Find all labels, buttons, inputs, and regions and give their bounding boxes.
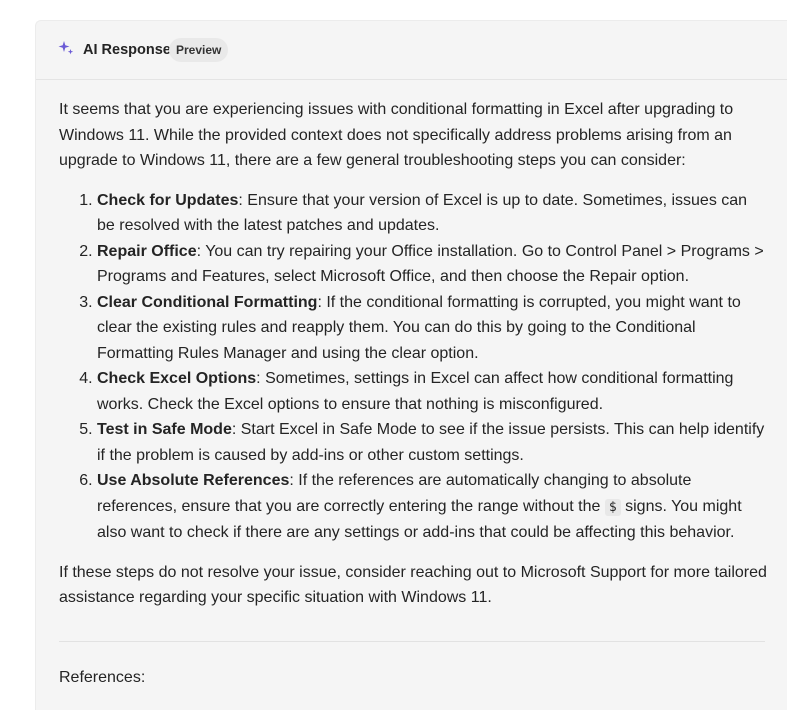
ai-response-card: AI Response Preview It seems that you ar…	[35, 20, 787, 710]
step-title: Test in Safe Mode	[97, 421, 232, 438]
list-item: Use Absolute References: If the referenc…	[97, 468, 769, 546]
inline-code: $	[604, 498, 621, 516]
step-title: Check for Updates	[97, 191, 239, 209]
step-title: Repair Office	[97, 242, 197, 260]
card-title: AI Response	[83, 42, 171, 58]
list-item: Test in Safe Mode: Start Excel in Safe M…	[97, 417, 769, 468]
step-title: Clear Conditional Formatting	[97, 293, 318, 311]
steps-list: Check for Updates: Ensure that your vers…	[59, 188, 769, 546]
list-item: Check Excel Options: Sometimes, settings…	[97, 366, 769, 417]
step-title: Check Excel Options	[97, 370, 257, 387]
outro-paragraph: If these steps do not resolve your issue…	[59, 563, 767, 607]
references-label: References:	[59, 669, 146, 686]
card-header: AI Response Preview	[36, 21, 787, 80]
sparkle-icon	[58, 41, 74, 55]
intro-paragraph: It seems that you are experiencing issue…	[59, 101, 734, 169]
list-item: Repair Office: You can try repairing you…	[97, 239, 769, 290]
divider	[59, 641, 765, 642]
step-title: Use Absolute References	[97, 472, 290, 489]
response-body: It seems that you are experiencing issue…	[59, 97, 769, 611]
list-item: Clear Conditional Formatting: If the con…	[97, 290, 769, 367]
preview-badge: Preview	[169, 38, 229, 62]
list-item: Check for Updates: Ensure that your vers…	[97, 188, 769, 239]
step-text: : You can try repairing your Office inst…	[97, 242, 764, 286]
